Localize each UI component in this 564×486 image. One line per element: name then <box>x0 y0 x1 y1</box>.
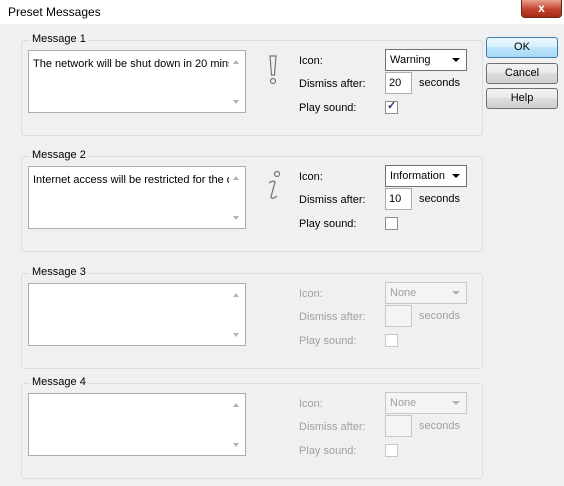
information-icon <box>263 169 285 203</box>
message-4-play-sound-checkbox[interactable] <box>385 444 398 457</box>
message-1-title: Message 1 <box>30 33 88 45</box>
message-3-dismiss-input[interactable] <box>385 305 412 327</box>
message-2-textbox[interactable]: Internet access will be restricted for t… <box>28 166 246 229</box>
exclamation-icon <box>265 53 281 87</box>
message-1-play-sound-checkbox[interactable]: ✓ <box>385 100 398 114</box>
message-1-group: Message 1 The network will be shut down … <box>21 33 483 136</box>
scroll-down-icon[interactable] <box>233 216 239 220</box>
icon-label: Icon: <box>299 398 323 410</box>
dismiss-label: Dismiss after: <box>299 421 366 433</box>
play-sound-label: Play sound: <box>299 102 357 114</box>
message-3-icon-value: None <box>390 287 417 299</box>
message-1-icon-value: Warning <box>390 54 431 66</box>
message-1-textbox[interactable]: The network will be shut down in 20 mins… <box>28 50 246 113</box>
message-1-text: The network will be shut down in 20 mins… <box>33 58 229 70</box>
scroll-down-icon[interactable] <box>233 100 239 104</box>
message-4-group: Message 4 Icon: None Dismiss after: seco… <box>21 376 483 479</box>
dismiss-label: Dismiss after: <box>299 78 366 90</box>
window-title: Preset Messages <box>8 5 101 19</box>
scroll-up-icon[interactable] <box>233 293 239 297</box>
play-sound-label: Play sound: <box>299 335 357 347</box>
message-2-icon-value: Information <box>390 170 446 182</box>
message-2-group: Message 2 Internet access will be restri… <box>21 149 483 252</box>
message-3-title: Message 3 <box>30 266 88 278</box>
message-2-dismiss-input[interactable]: 10 <box>385 188 412 210</box>
dismiss-label: Dismiss after: <box>299 311 366 323</box>
message-2-scrollbar[interactable] <box>228 167 245 228</box>
message-2-title: Message 2 <box>30 149 88 161</box>
scroll-down-icon[interactable] <box>233 443 239 447</box>
chevron-down-icon <box>452 291 460 295</box>
ok-button[interactable]: OK <box>486 37 558 58</box>
chevron-down-icon <box>452 58 460 62</box>
cancel-button[interactable]: Cancel <box>486 63 558 84</box>
scroll-up-icon[interactable] <box>233 403 239 407</box>
dismiss-label: Dismiss after: <box>299 194 366 206</box>
message-4-icon-value: None <box>390 397 417 409</box>
message-2-play-sound-checkbox[interactable] <box>385 217 398 230</box>
seconds-label: seconds <box>419 77 460 89</box>
scroll-down-icon[interactable] <box>233 333 239 337</box>
message-4-scrollbar[interactable] <box>228 394 245 455</box>
message-1-dismiss-input[interactable]: 20 <box>385 72 412 94</box>
message-2-text: Internet access will be restricted for t… <box>33 174 229 186</box>
message-4-title: Message 4 <box>30 376 88 388</box>
message-4-textbox[interactable] <box>28 393 246 456</box>
chevron-down-icon <box>452 174 460 178</box>
message-1-icon-select[interactable]: Warning <box>385 49 467 71</box>
scroll-up-icon[interactable] <box>233 176 239 180</box>
message-4-icon-select[interactable]: None <box>385 392 467 414</box>
seconds-label: seconds <box>419 193 460 205</box>
scroll-up-icon[interactable] <box>233 60 239 64</box>
close-button[interactable]: x <box>521 0 562 18</box>
seconds-label: seconds <box>419 310 460 322</box>
message-3-icon-select[interactable]: None <box>385 282 467 304</box>
message-3-textbox[interactable] <box>28 283 246 346</box>
message-2-icon-select[interactable]: Information <box>385 165 467 187</box>
seconds-label: seconds <box>419 420 460 432</box>
play-sound-label: Play sound: <box>299 218 357 230</box>
dialog-client-area: Message 1 The network will be shut down … <box>8 24 556 482</box>
icon-label: Icon: <box>299 55 323 67</box>
play-sound-label: Play sound: <box>299 445 357 457</box>
message-4-dismiss-input[interactable] <box>385 415 412 437</box>
message-3-scrollbar[interactable] <box>228 284 245 345</box>
checkmark-icon: ✓ <box>387 100 397 112</box>
icon-label: Icon: <box>299 171 323 183</box>
title-bar: Preset Messages x <box>0 0 564 24</box>
message-1-scrollbar[interactable] <box>228 51 245 112</box>
chevron-down-icon <box>452 401 460 405</box>
message-3-group: Message 3 Icon: None Dismiss after: seco… <box>21 266 483 369</box>
help-button[interactable]: Help <box>486 88 558 109</box>
icon-label: Icon: <box>299 288 323 300</box>
message-3-play-sound-checkbox[interactable] <box>385 334 398 347</box>
